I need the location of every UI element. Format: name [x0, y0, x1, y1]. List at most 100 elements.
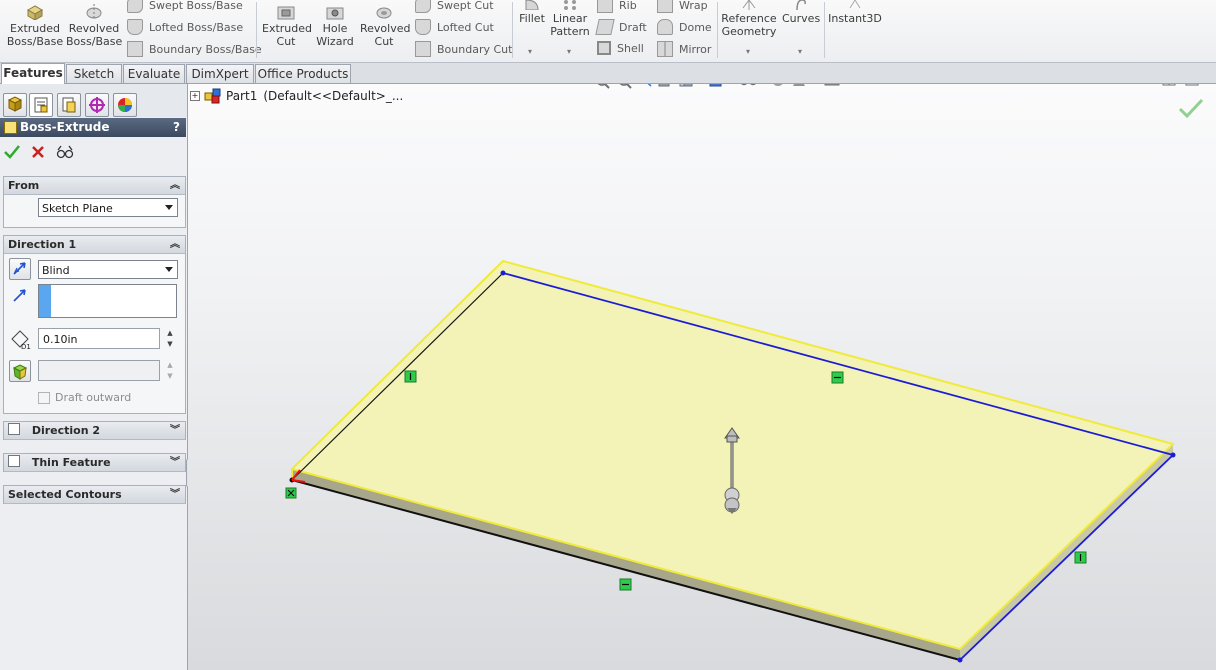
instant3d-button[interactable]: Instant3D [828, 0, 882, 25]
tab-evaluate[interactable]: Evaluate [123, 64, 185, 83]
direction1-group-header[interactable]: Direction 1 ︽ [4, 236, 185, 254]
draft-outward-label: Draft outward [55, 391, 132, 404]
collapse-chevron-icon[interactable]: ︽ [170, 177, 180, 194]
display-manager-tab[interactable] [113, 93, 137, 117]
property-manager-tab[interactable] [29, 93, 53, 117]
expand-chevron-icon[interactable]: ︾ [170, 422, 180, 439]
linear-pattern-dropdown-icon[interactable]: ▾ [567, 47, 571, 56]
fillet-button[interactable]: Fillet [517, 0, 547, 25]
mirror-button[interactable]: Mirror [657, 41, 711, 57]
horizontal-relation-icon[interactable] [831, 371, 844, 384]
property-manager-icon [34, 97, 48, 113]
vertex-front-right[interactable] [957, 657, 963, 663]
depth-dimension-icon: D1 [11, 330, 31, 350]
revolved-cut-icon [376, 7, 392, 19]
boundary-cut-button[interactable]: Boundary Cut [415, 41, 512, 57]
selected-contours-group: Selected Contours ︾ [3, 485, 186, 504]
thin-feature-group: Thin Feature ︾ [3, 453, 186, 472]
dimxpert-icon [89, 97, 105, 113]
selected-contours-group-header[interactable]: Selected Contours ︾ [4, 486, 185, 504]
cancel-x-icon[interactable] [31, 145, 45, 159]
curves-button[interactable]: Curves [782, 0, 820, 25]
direction2-group-header[interactable]: Direction 2 ︾ [4, 422, 185, 440]
revolved-boss-button[interactable]: Revolved Boss/Base [66, 4, 122, 48]
expand-chevron-icon[interactable]: ︾ [170, 454, 180, 471]
direction-vector-icon [13, 289, 26, 302]
vertex-back-right[interactable] [1170, 452, 1176, 458]
rib-button[interactable]: Rib [597, 0, 637, 13]
instant3d-icon [849, 0, 861, 9]
draft-angle-input [38, 360, 160, 381]
draft-angle-spinner: ▲ ▼ [167, 361, 173, 380]
help-button[interactable]: ? [173, 118, 180, 137]
from-group-header[interactable]: From ︽ [4, 177, 185, 195]
rib-icon [597, 0, 613, 13]
from-select[interactable]: Sketch Plane [38, 198, 178, 217]
direction2-checkbox[interactable] [8, 423, 20, 435]
wrap-icon [657, 0, 673, 13]
dome-button[interactable]: Dome [657, 19, 712, 35]
thin-feature-header-label: Thin Feature [31, 456, 111, 469]
graphics-area[interactable]: + Part1 (Default<<Default>_... [188, 84, 1216, 670]
draft-outward-checkbox: Draft outward [38, 391, 131, 404]
curves-dropdown-icon[interactable]: ▾ [798, 47, 802, 56]
boundary-boss-icon [127, 41, 143, 57]
extruded-cut-button[interactable]: Extruded Cut [262, 4, 312, 48]
direction-selection-box[interactable] [38, 284, 177, 318]
detailed-preview-icon[interactable] [56, 145, 74, 159]
tab-office-products[interactable]: Office Products [255, 64, 351, 83]
dropdown-arrow-icon [165, 267, 173, 272]
lofted-cut-button[interactable]: Lofted Cut [415, 19, 494, 35]
swept-boss-button[interactable]: Swept Boss/Base [127, 0, 243, 13]
boundary-boss-button[interactable]: Boundary Boss/Base [127, 41, 262, 57]
collapse-chevron-icon[interactable]: ︽ [170, 236, 180, 253]
feature-title-bar: Boss-Extrude ? [0, 118, 186, 137]
tab-dimxpert[interactable]: DimXpert [186, 64, 254, 83]
reverse-direction-button[interactable] [9, 258, 31, 280]
shell-button[interactable]: Shell [597, 41, 644, 55]
fillet-dropdown-icon[interactable]: ▾ [528, 47, 532, 56]
draft-button[interactable]: Draft [595, 19, 647, 35]
configuration-manager-tab[interactable] [57, 93, 81, 117]
linear-pattern-icon [564, 0, 576, 10]
expand-chevron-icon[interactable]: ︾ [170, 486, 180, 503]
lofted-boss-button[interactable]: Lofted Boss/Base [127, 19, 243, 35]
ribbon-separator [717, 2, 718, 58]
hole-wizard-label: Hole Wizard [316, 22, 354, 48]
thin-feature-group-header[interactable]: Thin Feature ︾ [4, 454, 185, 472]
vertical-relation-icon[interactable] [1074, 551, 1087, 564]
extruded-boss-button[interactable]: Extruded Boss/Base [6, 4, 64, 48]
ok-checkmark-icon[interactable] [4, 145, 20, 159]
depth-input[interactable]: 0.10in [38, 328, 160, 349]
tab-features[interactable]: Features [1, 63, 65, 84]
from-header-label: From [8, 179, 40, 192]
feature-manager-tab[interactable] [3, 93, 27, 117]
horizontal-relation-icon[interactable] [619, 578, 632, 591]
draft-on-off-button[interactable] [9, 360, 31, 382]
direction2-header-label: Direction 2 [31, 424, 101, 437]
depth-value: 0.10in [43, 333, 78, 346]
model-viewport [285, 259, 1176, 663]
reference-geometry-button[interactable]: Reference Geometry [721, 0, 777, 38]
dimxpert-manager-tab[interactable] [85, 93, 109, 117]
fillet-label: Fillet [519, 12, 545, 25]
thin-feature-checkbox[interactable] [8, 455, 20, 467]
selection-box-highlight [39, 285, 51, 317]
swept-cut-button[interactable]: Swept Cut [415, 0, 494, 13]
depth-spinner[interactable]: ▲ ▼ [164, 328, 176, 350]
fixed-relation-icon[interactable] [285, 487, 297, 499]
linear-pattern-button[interactable]: Linear Pattern [550, 0, 590, 38]
revolved-cut-button[interactable]: Revolved Cut [360, 4, 410, 48]
boss-extrude-icon [4, 121, 17, 134]
vertex-back-left[interactable] [500, 270, 506, 276]
hole-wizard-button[interactable]: Hole Wizard [313, 4, 357, 48]
vertical-relation-icon[interactable] [404, 370, 417, 383]
reference-geometry-dropdown-icon[interactable]: ▾ [746, 47, 750, 56]
revolved-boss-icon [86, 4, 102, 20]
end-condition-select[interactable]: Blind [38, 260, 178, 279]
reference-geometry-label: Reference Geometry [721, 12, 777, 38]
wrap-button[interactable]: Wrap [657, 0, 708, 13]
hole-wizard-icon [326, 7, 344, 20]
manager-tab-bar [0, 84, 187, 117]
tab-sketch[interactable]: Sketch [66, 64, 122, 83]
